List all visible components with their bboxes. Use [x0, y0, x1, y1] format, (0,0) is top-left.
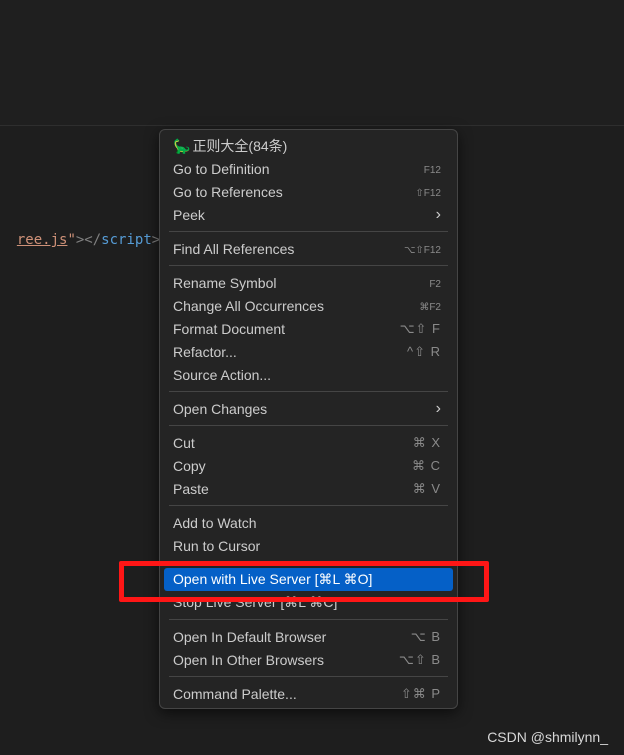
menu-item-label: Go to References [173, 183, 283, 200]
context-menu: 🦕 正则大全(84条) Go to Definition F12 Go to Re… [159, 129, 458, 709]
code-tag-open: ></ [75, 232, 102, 248]
dinosaur-icon: 🦕 [173, 137, 191, 154]
menu-item-label: Open In Default Browser [173, 628, 327, 645]
menu-item-label: Add to Watch [173, 514, 257, 531]
menu-item-shortcut: ⌥ B [410, 628, 441, 644]
menu-item-source-action[interactable]: Source Action... [164, 363, 453, 386]
menu-item-label: 正则大全(84条) [192, 137, 288, 154]
menu-item-label: Go to Definition [173, 160, 270, 177]
menu-item-label: Copy [173, 457, 206, 474]
watermark: CSDN @shmilynn_ [487, 729, 608, 745]
menu-item-label: Open In Other Browsers [173, 651, 324, 668]
menu-item-rename-symbol[interactable]: Rename Symbol F2 [164, 271, 453, 294]
menu-item-open-in-default-browser[interactable]: Open In Default Browser ⌥ B [164, 625, 453, 648]
menu-item-shortcut: ⌥⇧ F [399, 320, 441, 336]
menu-item-shortcut: ^⇧ R [407, 343, 441, 359]
menu-item-label: Paste [173, 480, 209, 497]
menu-item-label: Rename Symbol [173, 274, 277, 291]
menu-separator [169, 231, 448, 232]
menu-separator [169, 265, 448, 266]
code-line[interactable]: ree.js"></script> [0, 210, 160, 248]
menu-item-label: Find All References [173, 240, 295, 257]
menu-item-open-changes[interactable]: Open Changes › [164, 397, 453, 420]
menu-item-label: Peek [173, 206, 205, 223]
menu-item-change-all-occurrences[interactable]: Change All Occurrences ⌘F2 [164, 294, 453, 317]
menu-item-cut[interactable]: Cut ⌘ X [164, 431, 453, 454]
menu-item-shortcut: ⌘ C [412, 457, 441, 473]
menu-item-open-in-other-browsers[interactable]: Open In Other Browsers ⌥⇧ B [164, 648, 453, 671]
menu-item-shortcut: ⌥⇧ B [398, 651, 441, 667]
menu-item-label: Cut [173, 434, 195, 451]
menu-separator [169, 676, 448, 677]
menu-item-find-all-references[interactable]: Find All References ⌥⇧F12 [164, 237, 453, 260]
menu-item-shortcut: ⇧⌘ P [400, 685, 441, 701]
menu-item-format-document[interactable]: Format Document ⌥⇧ F [164, 317, 453, 340]
menu-item-label: Source Action... [173, 366, 272, 383]
menu-separator [169, 619, 448, 620]
menu-separator [169, 505, 448, 506]
menu-item-label: Format Document [173, 320, 286, 337]
menu-item-refactor[interactable]: Refactor... ^⇧ R [164, 340, 453, 363]
menu-item-paste[interactable]: Paste ⌘ V [164, 477, 453, 500]
menu-item-command-palette[interactable]: Command Palette... ⇧⌘ P [164, 682, 453, 705]
menu-item-label: Run to Cursor [173, 537, 261, 554]
chevron-right-icon: › [435, 399, 441, 417]
menu-item-label: Command Palette... [173, 685, 297, 702]
code-filename: ree.js [16, 232, 68, 248]
menu-item-run-to-cursor[interactable]: Run to Cursor [164, 534, 453, 557]
menu-item-peek[interactable]: Peek › [164, 203, 453, 226]
code-quote: " [67, 232, 76, 248]
menu-item-shortcut: F12 [423, 165, 441, 176]
menu-item-go-to-references[interactable]: Go to References ⇧F12 [164, 180, 453, 203]
menu-item-shortcut: ⌘ X [412, 434, 441, 450]
menu-separator [169, 425, 448, 426]
menu-item-go-to-definition[interactable]: Go to Definition F12 [164, 157, 453, 180]
menu-item-regex-collection[interactable]: 🦕 正则大全(84条) [164, 134, 453, 157]
editor-top-area [0, 0, 624, 125]
menu-item-shortcut: ⌘ V [412, 480, 441, 496]
menu-item-shortcut: ⌥⇧F12 [403, 245, 441, 256]
chevron-right-icon: › [435, 205, 441, 223]
menu-item-label: Change All Occurrences [173, 297, 324, 314]
menu-item-shortcut: F2 [429, 279, 441, 290]
menu-item-add-to-watch[interactable]: Add to Watch [164, 511, 453, 534]
menu-item-label: Open Changes [173, 400, 268, 417]
menu-item-label: Refactor... [173, 343, 237, 360]
menu-separator [169, 391, 448, 392]
menu-item-copy[interactable]: Copy ⌘ C [164, 454, 453, 477]
code-tag-name: script [101, 232, 152, 248]
annotation-highlight-box [119, 561, 489, 602]
menu-item-shortcut: ⇧F12 [415, 188, 441, 199]
menu-item-shortcut: ⌘F2 [419, 302, 441, 313]
